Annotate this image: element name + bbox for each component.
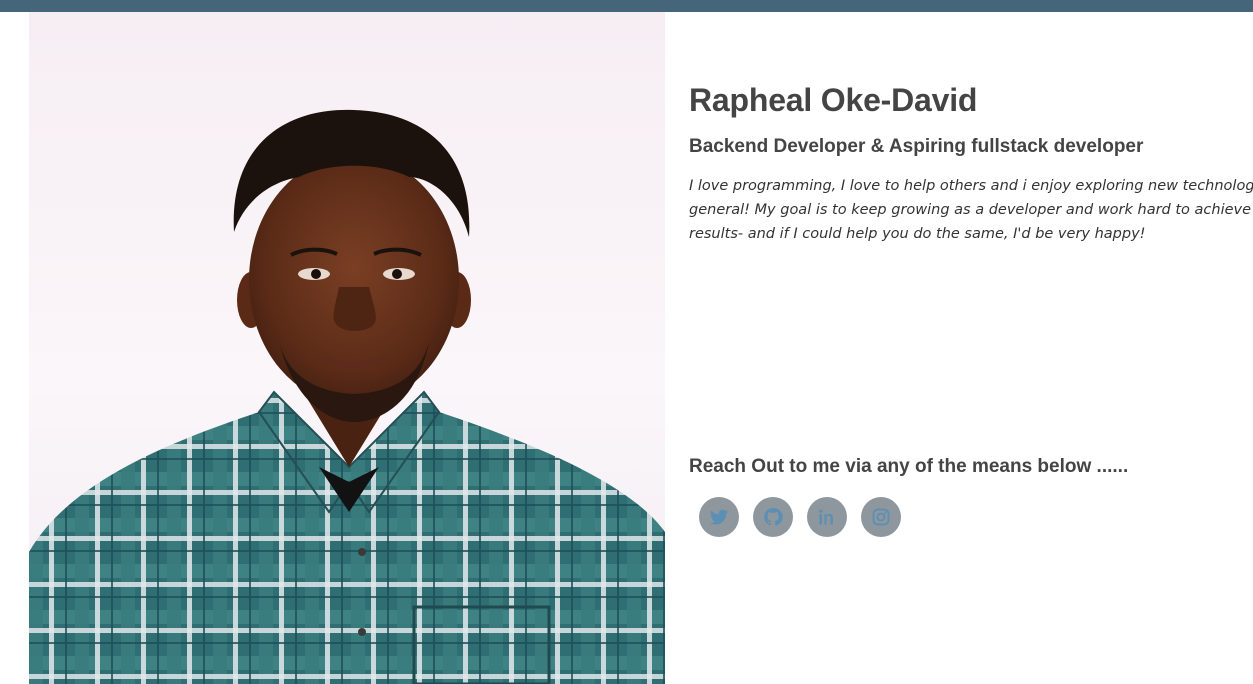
- twitter-icon: [709, 509, 729, 525]
- linkedin-link[interactable]: [807, 497, 847, 537]
- bio-line: I love programming, I love to help other…: [689, 178, 1253, 194]
- social-links: [699, 497, 901, 537]
- github-link[interactable]: [753, 497, 793, 537]
- bio-line: general! My goal is to keep growing as a…: [689, 202, 1253, 218]
- profile-name: Rapheal Oke-David: [689, 82, 978, 118]
- linkedin-icon: [819, 509, 833, 525]
- profile-bio: I love programming, I love to help other…: [689, 174, 1253, 246]
- top-bar: [0, 0, 1253, 12]
- instagram-icon: [872, 508, 890, 526]
- contact-heading: Reach Out to me via any of the means bel…: [689, 456, 1129, 477]
- instagram-link[interactable]: [861, 497, 901, 537]
- profile-info: Rapheal Oke-David Backend Developer & As…: [689, 76, 1253, 246]
- twitter-link[interactable]: [699, 497, 739, 537]
- github-icon: [764, 508, 783, 526]
- profile-photo: [29, 12, 665, 684]
- bio-line: results- and if I could help you do the …: [689, 226, 1146, 242]
- profile-role: Backend Developer & Aspiring fullstack d…: [689, 136, 1144, 157]
